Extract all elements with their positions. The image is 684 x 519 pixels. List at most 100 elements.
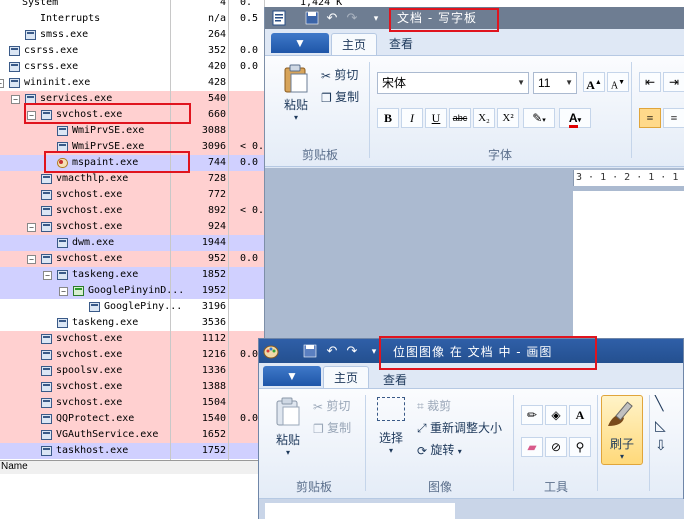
paint-copy-button[interactable]: ❐ 复制 xyxy=(313,419,351,436)
tree-collapse-icon[interactable]: − xyxy=(0,79,4,88)
redo-icon[interactable]: ↷ xyxy=(345,11,359,25)
paint-app-icon[interactable] xyxy=(263,343,279,359)
paste-dropdown-icon[interactable]: ▾ xyxy=(279,113,313,122)
paint-rotate-label: 旋转 xyxy=(430,443,455,457)
wordpad-font-size-combo[interactable]: 11 ▼ xyxy=(533,72,577,94)
paste-dropdown-icon[interactable]: ▾ xyxy=(271,448,305,457)
pencil-icon[interactable]: ✏ xyxy=(521,405,543,425)
paint-brushes-button[interactable]: 刷子 ▾ xyxy=(601,395,643,465)
process-icon xyxy=(41,446,52,456)
process-icon xyxy=(9,46,20,56)
font-color-icon[interactable]: A▾ xyxy=(559,108,591,128)
italic-button[interactable]: I xyxy=(401,108,423,128)
scissors-icon: ✂ xyxy=(321,68,332,83)
process-icon xyxy=(25,30,36,40)
strikethrough-button[interactable]: abc xyxy=(449,108,471,128)
underline-button[interactable]: U xyxy=(425,108,447,128)
process-name: Interrupts xyxy=(40,13,101,24)
font-size-dropdown-icon[interactable]: ▼ xyxy=(565,73,573,93)
eraser-icon[interactable]: ▰ xyxy=(521,437,543,457)
tree-collapse-icon[interactable]: − xyxy=(43,271,52,280)
process-name: csrss.exe xyxy=(24,61,79,72)
process-icon xyxy=(41,206,52,216)
quick-access-dropdown-icon[interactable]: ▾ xyxy=(369,11,383,25)
decrease-indent-icon[interactable]: ⇤ xyxy=(639,72,661,92)
wordpad-font-size-value: 11 xyxy=(538,76,551,90)
wordpad-copy-label: 复制 xyxy=(335,90,360,104)
process-pid: 1504 xyxy=(201,397,226,408)
process-pid: 1852 xyxy=(201,269,226,280)
bold-button[interactable]: B xyxy=(377,108,399,128)
process-pid: 264 xyxy=(207,29,226,40)
process-name: taskhost.exe xyxy=(56,445,129,456)
column-divider[interactable] xyxy=(170,0,171,460)
paint-crop-label: 裁剪 xyxy=(427,399,452,413)
magnifier-icon[interactable]: ⚲ xyxy=(569,437,591,457)
save-icon[interactable] xyxy=(305,11,319,25)
save-icon[interactable] xyxy=(303,344,317,358)
wordpad-paste-button[interactable]: 粘贴 ▾ xyxy=(279,64,313,122)
undo-icon[interactable]: ↶ xyxy=(325,344,339,358)
paint-tab-home[interactable]: 主页 xyxy=(323,366,370,388)
wordpad-font-name-value: 宋体 xyxy=(382,76,407,90)
wordpad-cut-button[interactable]: ✂ 剪切 xyxy=(321,66,358,83)
undo-icon[interactable]: ↶ xyxy=(325,11,339,25)
paint-paste-button[interactable]: 粘贴 ▾ xyxy=(271,397,305,457)
tree-collapse-icon[interactable]: − xyxy=(59,287,68,296)
column-divider[interactable] xyxy=(228,0,229,460)
superscript-button[interactable]: X² xyxy=(497,108,519,128)
wordpad-file-menu-button[interactable]: ▼ xyxy=(271,33,329,53)
process-pid: 952 xyxy=(207,253,226,264)
copy-icon: ❐ xyxy=(321,90,332,105)
paint-copy-label: 复制 xyxy=(327,421,352,435)
process-name: csrss.exe xyxy=(24,45,79,56)
process-icon xyxy=(41,430,52,440)
process-pid: 352 xyxy=(207,45,226,56)
wordpad-ruler[interactable]: 3 · 1 · 2 · 1 · 1 · 1 · xyxy=(573,170,684,186)
wordpad-tab-view[interactable]: 查看 xyxy=(379,33,423,55)
brushes-dropdown-icon[interactable]: ▾ xyxy=(602,452,642,461)
tree-collapse-icon[interactable]: − xyxy=(11,95,20,104)
rotate-dropdown-icon[interactable]: ▾ xyxy=(458,447,462,456)
grow-font-icon[interactable]: A▲ xyxy=(583,72,605,92)
text-tool-icon[interactable]: A xyxy=(569,405,591,425)
select-dropdown-icon[interactable]: ▾ xyxy=(373,446,409,455)
wordpad-copy-button[interactable]: ❐ 复制 xyxy=(321,88,359,105)
fill-icon[interactable]: ◈ xyxy=(545,405,567,425)
shrink-font-icon[interactable]: A▼ xyxy=(607,72,629,92)
group-separator xyxy=(513,395,514,491)
tree-collapse-icon[interactable]: − xyxy=(27,223,36,232)
paint-crop-button[interactable]: ⌗ 裁剪 xyxy=(417,397,451,414)
paint-cut-button[interactable]: ✂ 剪切 xyxy=(313,397,350,414)
highlight-svchost xyxy=(24,103,191,124)
tree-collapse-icon[interactable]: − xyxy=(27,255,36,264)
process-pid: 892 xyxy=(207,205,226,216)
subscript-button[interactable]: X₂ xyxy=(473,108,495,128)
paint-select-button[interactable]: 选择 ▾ xyxy=(373,397,409,455)
paint-canvas[interactable] xyxy=(265,503,455,519)
increase-indent-icon[interactable]: ⇥ xyxy=(663,72,684,92)
color-picker-icon[interactable]: ⊘ xyxy=(545,437,567,457)
process-name: svchost.exe xyxy=(56,381,123,392)
shape-line-icon[interactable]: ╲ xyxy=(655,395,663,412)
wordpad-tab-home[interactable]: 主页 xyxy=(331,33,378,55)
highlight-mspaint xyxy=(44,151,190,173)
process-icon xyxy=(41,190,52,200)
wordpad-font-name-combo[interactable]: 宋体 ▼ xyxy=(377,72,529,94)
highlight-color-icon[interactable]: ✎▾ xyxy=(523,108,555,128)
wordpad-app-icon[interactable] xyxy=(271,10,287,26)
font-name-dropdown-icon[interactable]: ▼ xyxy=(517,73,525,93)
wordpad-page[interactable] xyxy=(573,191,684,338)
shape-triangle-icon[interactable]: ◺ xyxy=(655,417,666,434)
redo-icon[interactable]: ↷ xyxy=(345,344,359,358)
paint-file-menu-button[interactable]: ▼ xyxy=(263,366,321,386)
paint-resize-button[interactable]: ⤢ 重新调整大小 xyxy=(417,419,502,436)
shape-arrow-icon[interactable]: ⇩ xyxy=(655,437,667,454)
wordpad-ribbon: 粘贴 ▾ ✂ 剪切 ❐ 复制 剪贴板 宋体 ▼ 11 ▼ A▲ A▼ B I U… xyxy=(265,55,684,167)
paint-paste-label: 粘贴 xyxy=(275,433,300,447)
process-icon xyxy=(57,318,68,328)
process-name: spoolsv.exe xyxy=(56,365,123,376)
paint-rotate-button[interactable]: ⟳ 旋转 ▾ xyxy=(417,441,462,458)
align-left-icon[interactable]: ≡ xyxy=(639,108,661,128)
align-center-icon[interactable]: ≡ xyxy=(663,108,684,128)
